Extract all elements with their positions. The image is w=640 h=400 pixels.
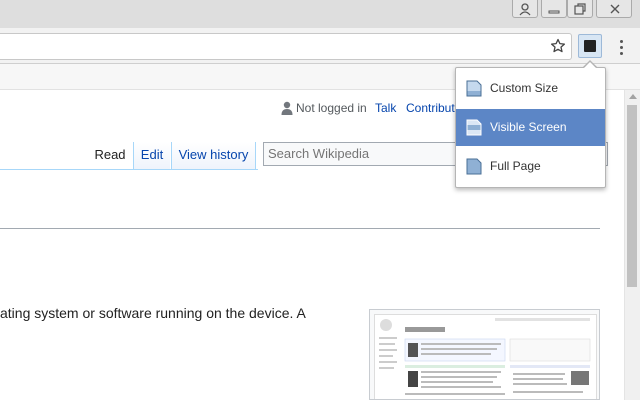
tab-edit[interactable]: Edit bbox=[133, 142, 170, 170]
scrollbar-thumb[interactable] bbox=[627, 105, 637, 287]
close-button[interactable] bbox=[596, 0, 632, 18]
talk-link[interactable]: Talk bbox=[375, 101, 396, 115]
document-icon bbox=[466, 119, 482, 136]
user-icon bbox=[519, 3, 531, 16]
tabs-divider bbox=[0, 169, 258, 170]
tab-read[interactable]: Read bbox=[88, 142, 132, 170]
screenshot-extension-icon bbox=[584, 40, 596, 52]
document-icon bbox=[466, 158, 482, 175]
close-icon bbox=[610, 4, 620, 14]
menu-item-label: Custom Size bbox=[490, 81, 559, 95]
login-status: Not logged in bbox=[296, 101, 367, 115]
screenshot-extension-button[interactable] bbox=[578, 34, 602, 58]
kebab-dot bbox=[619, 40, 623, 43]
window-titlebar bbox=[0, 0, 640, 28]
address-bar[interactable] bbox=[0, 33, 572, 60]
thumbnail-wikipedia-page-image bbox=[379, 318, 591, 395]
restore-button[interactable] bbox=[567, 0, 593, 18]
article-text: ating system or software running on the … bbox=[0, 305, 306, 321]
menu-item-custom-size[interactable]: Custom Size bbox=[456, 70, 605, 107]
contributions-link[interactable]: Contribut bbox=[406, 101, 455, 115]
popup-pointer-inner bbox=[583, 62, 597, 69]
bookmark-star-icon[interactable] bbox=[550, 38, 566, 54]
tab-view-history[interactable]: View history bbox=[171, 142, 256, 170]
article-screenshot-thumbnail bbox=[369, 309, 600, 400]
heading-divider bbox=[0, 228, 600, 229]
browser-menu-button[interactable] bbox=[617, 37, 625, 57]
menu-item-full-page[interactable]: Full Page bbox=[456, 148, 605, 185]
profile-button[interactable] bbox=[512, 0, 538, 18]
user-icon bbox=[281, 101, 293, 115]
scroll-up-arrow-icon[interactable] bbox=[629, 94, 637, 99]
menu-item-visible-screen[interactable]: Visible Screen bbox=[456, 109, 605, 146]
document-icon bbox=[466, 80, 482, 97]
thumbnail-page bbox=[374, 314, 597, 399]
kebab-dot bbox=[619, 52, 623, 55]
kebab-dot bbox=[619, 46, 623, 49]
menu-item-label: Full Page bbox=[490, 159, 541, 173]
page-scrollbar[interactable] bbox=[624, 90, 640, 400]
menu-item-label: Visible Screen bbox=[490, 120, 567, 134]
minimize-icon bbox=[548, 10, 560, 14]
capture-mode-menu: Custom Size Visible Screen Full Page bbox=[455, 67, 606, 188]
minimize-button[interactable] bbox=[541, 0, 567, 18]
restore-icon bbox=[574, 3, 586, 15]
